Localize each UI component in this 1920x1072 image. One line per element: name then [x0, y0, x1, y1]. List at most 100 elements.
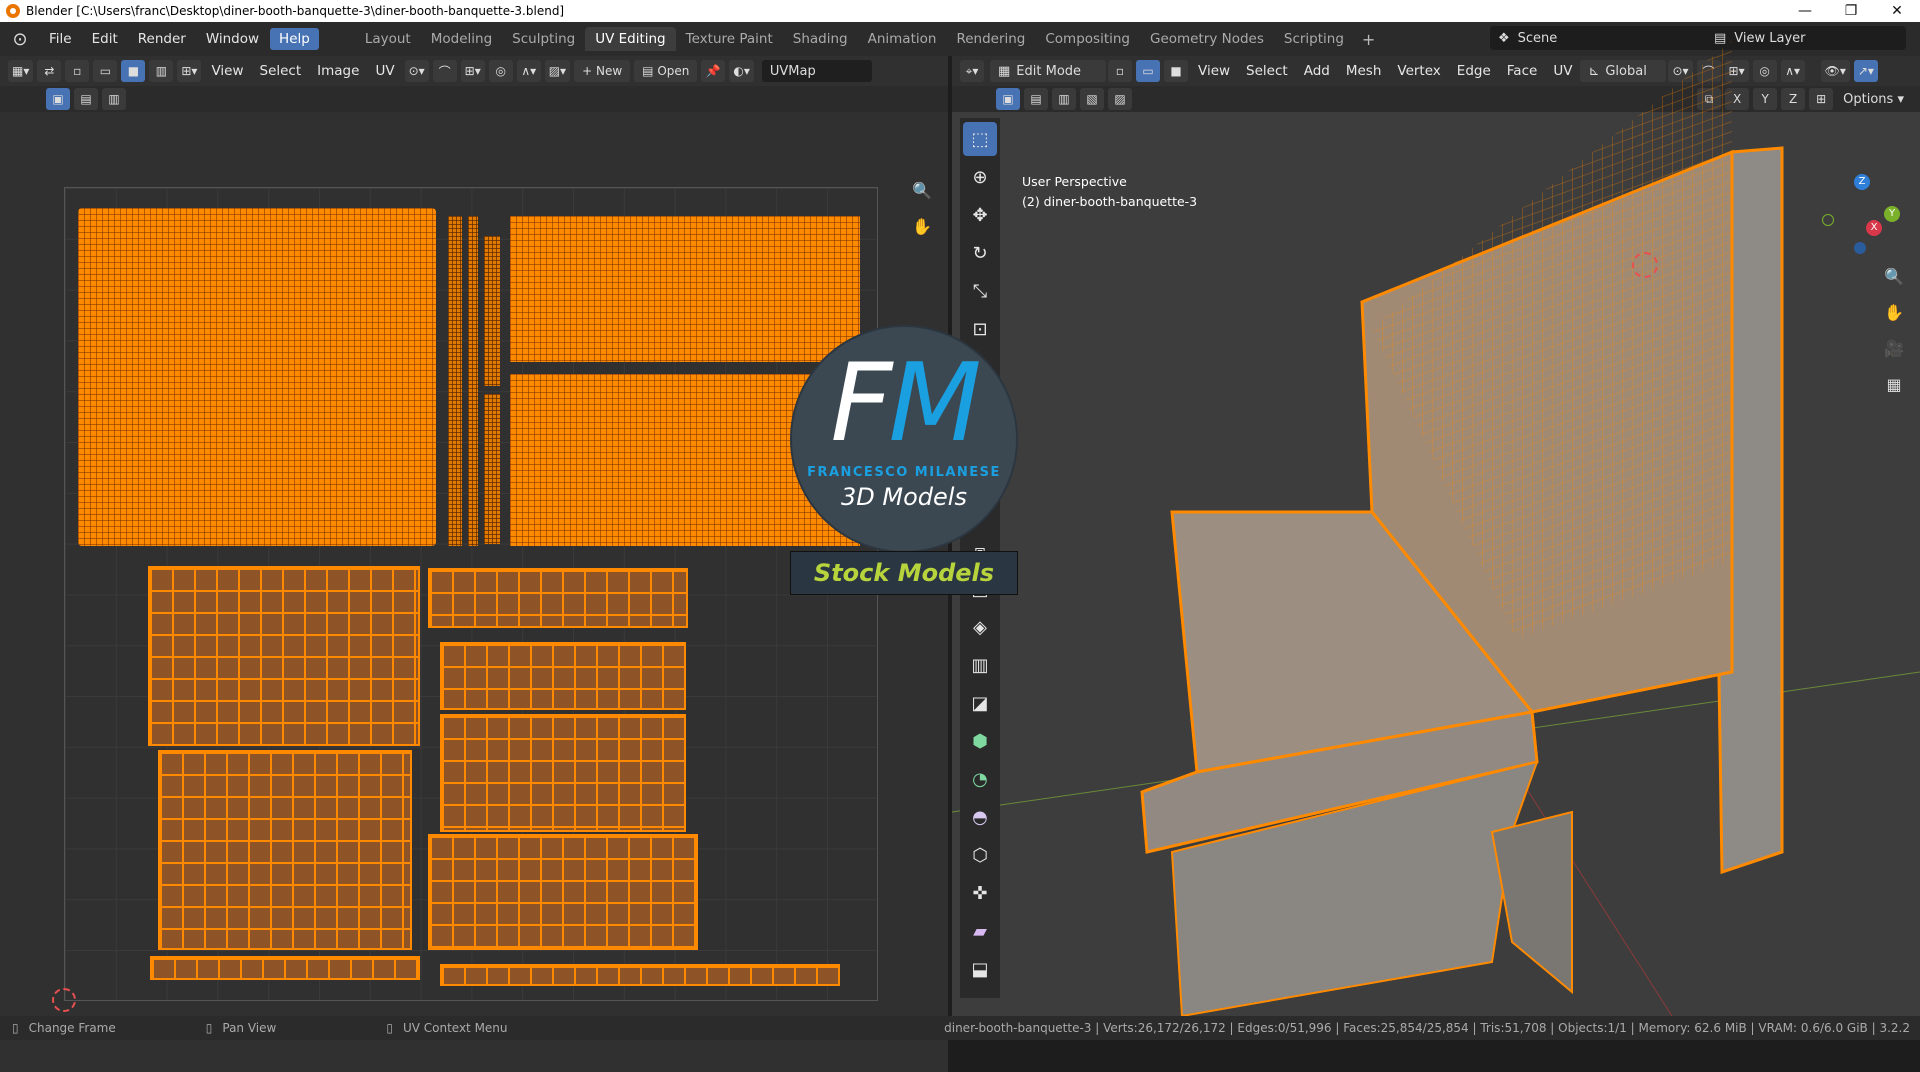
vp-select-invert-icon[interactable]: ▧ [1080, 88, 1104, 110]
falloff-icon[interactable]: ∧▾ [516, 60, 541, 82]
3d-cursor-icon[interactable] [1632, 252, 1658, 278]
select-subtract-icon[interactable]: ▥ [102, 88, 126, 110]
uv-island-base-1[interactable] [148, 566, 420, 746]
tab-geometry-nodes[interactable]: Geometry Nodes [1140, 27, 1274, 51]
menu-window[interactable]: Window [197, 28, 268, 50]
maximize-button[interactable]: ❐ [1828, 0, 1874, 22]
smooth-tool-icon[interactable]: ◓ [963, 800, 997, 834]
knife-tool-icon[interactable]: ◪ [963, 686, 997, 720]
viewport-editor-type-button[interactable]: ⌖▾ [960, 60, 984, 82]
add-workspace-button[interactable]: + [1354, 26, 1383, 53]
vp-select-tool-icon[interactable]: ⬚ [963, 122, 997, 156]
visibility-icon[interactable]: 👁▾ [1820, 60, 1850, 82]
uv-menu-image[interactable]: Image [309, 63, 367, 79]
vp-select-subtract-icon[interactable]: ▥ [1052, 88, 1076, 110]
bevel-tool-icon[interactable]: ◈ [963, 610, 997, 644]
new-image-button[interactable]: + New [574, 60, 631, 82]
vp-menu-face[interactable]: Face [1499, 63, 1546, 79]
tab-texture-paint[interactable]: Texture Paint [676, 27, 783, 51]
ortho-toggle-icon[interactable]: ▦ [1880, 370, 1908, 398]
proportional-edit-icon[interactable]: ◎ [488, 60, 513, 82]
pan-view-icon[interactable]: ✋ [908, 212, 936, 240]
navigation-gizmo[interactable]: Z Y X [1820, 174, 1900, 254]
tab-rendering[interactable]: Rendering [946, 27, 1035, 51]
gizmo-neg-y[interactable] [1822, 214, 1834, 226]
vp-menu-edge[interactable]: Edge [1449, 63, 1499, 79]
viewport-canvas[interactable]: User Perspective (2) diner-booth-banquet… [952, 112, 1920, 1016]
island-select-icon[interactable]: ▥ [149, 60, 174, 82]
blender-logo-icon[interactable]: ⊙ [0, 29, 40, 50]
zoom-view-icon[interactable]: 🔍 [908, 176, 936, 204]
tab-modeling[interactable]: Modeling [421, 27, 502, 51]
scene-selector[interactable]: ❖ Scene [1490, 26, 1716, 50]
mirror-z-toggle[interactable]: Z [1781, 88, 1806, 110]
spin-tool-icon[interactable]: ◔ [963, 762, 997, 796]
uv-island-base-4[interactable] [440, 642, 686, 710]
uv-menu-select[interactable]: Select [252, 63, 310, 79]
vp-select-extend-icon[interactable]: ▤ [1024, 88, 1048, 110]
vp-menu-select[interactable]: Select [1238, 63, 1296, 79]
uv-island-base-2[interactable] [158, 750, 412, 950]
tab-compositing[interactable]: Compositing [1035, 27, 1140, 51]
shear-tool-icon[interactable]: ▰ [963, 914, 997, 948]
face-mode-icon[interactable]: ■ [1164, 60, 1188, 82]
snap-icon[interactable]: ⌒ [432, 60, 457, 82]
uvmap-selector[interactable]: UVMap [761, 60, 872, 82]
vertex-select-icon[interactable]: ▫ [65, 60, 90, 82]
rip-region-tool-icon[interactable]: ⬓ [963, 952, 997, 986]
snap-target-icon[interactable]: ⊞▾ [460, 60, 485, 82]
pin-icon[interactable]: 📌 [701, 60, 726, 82]
tab-uv-editing[interactable]: UV Editing [585, 27, 676, 51]
minimize-button[interactable]: — [1782, 0, 1828, 22]
uv-island-strip-4[interactable] [484, 394, 500, 544]
uv-2d-cursor-icon[interactable] [52, 988, 76, 1012]
edge-slide-tool-icon[interactable]: ⬡ [963, 838, 997, 872]
tab-shading[interactable]: Shading [783, 27, 858, 51]
uv-island-base-3[interactable] [428, 568, 688, 628]
options-dropdown[interactable]: Options ▾ [1835, 88, 1912, 110]
image-browse-icon[interactable]: ▨▾ [544, 60, 571, 82]
vp-zoom-icon[interactable]: 🔍 [1880, 262, 1908, 290]
vp-cursor-tool-icon[interactable]: ⊕ [963, 160, 997, 194]
vp-menu-mesh[interactable]: Mesh [1338, 63, 1390, 79]
loop-cut-tool-icon[interactable]: ▥ [963, 648, 997, 682]
vp-proportional-icon[interactable]: ◎ [1752, 60, 1777, 82]
tab-scripting[interactable]: Scripting [1274, 27, 1354, 51]
vp-rotate-tool-icon[interactable]: ↻ [963, 236, 997, 270]
mode-selector[interactable]: ▦ Edit Mode [990, 60, 1106, 82]
gizmo-neg-z[interactable] [1854, 242, 1866, 254]
auto-merge-icon[interactable]: ⊞ [1809, 88, 1834, 110]
mirror-y-toggle[interactable]: Y [1753, 88, 1778, 110]
menu-edit[interactable]: Edit [83, 28, 127, 50]
uv-island-strip-3[interactable] [484, 236, 500, 386]
vp-pan-icon[interactable]: ✋ [1880, 298, 1908, 326]
shrink-fatten-tool-icon[interactable]: ✜ [963, 876, 997, 910]
menu-help[interactable]: Help [270, 28, 319, 50]
vp-move-tool-icon[interactable]: ✥ [963, 198, 997, 232]
uv-menu-view[interactable]: View [203, 63, 251, 79]
gizmo-x-axis[interactable]: X [1866, 220, 1882, 236]
select-box-mode-icon[interactable]: ▣ [46, 88, 70, 110]
gizmo-y-axis[interactable]: Y [1884, 206, 1900, 222]
uv-island-strip-1[interactable] [448, 216, 462, 546]
vp-select-box-icon[interactable]: ▣ [996, 88, 1020, 110]
poly-build-tool-icon[interactable]: ⬢ [963, 724, 997, 758]
vp-falloff-icon[interactable]: ∧▾ [1780, 60, 1805, 82]
vp-menu-add[interactable]: Add [1296, 63, 1338, 79]
open-image-button[interactable]: ▤ Open [634, 60, 698, 82]
select-extend-icon[interactable]: ▤ [74, 88, 98, 110]
view-layer-selector[interactable]: ▤ View Layer [1706, 26, 1906, 50]
gizmo-z-axis[interactable]: Z [1854, 174, 1870, 190]
tab-animation[interactable]: Animation [858, 27, 947, 51]
camera-view-icon[interactable]: 🎥 [1880, 334, 1908, 362]
uv-menu-uv[interactable]: UV [367, 63, 402, 79]
uv-island-base-5[interactable] [440, 714, 686, 832]
edge-select-icon[interactable]: ▭ [93, 60, 118, 82]
uv-island-seat-top[interactable] [510, 216, 860, 362]
vp-scale-tool-icon[interactable]: ⤡ [963, 274, 997, 308]
vertex-mode-icon[interactable]: ▫ [1108, 60, 1132, 82]
display-channel-icon[interactable]: ◐▾ [729, 60, 754, 82]
uv-island-strip-bottom-1[interactable] [150, 956, 420, 980]
vp-menu-uv[interactable]: UV [1545, 63, 1580, 79]
uv-island-strip-2[interactable] [468, 216, 478, 546]
